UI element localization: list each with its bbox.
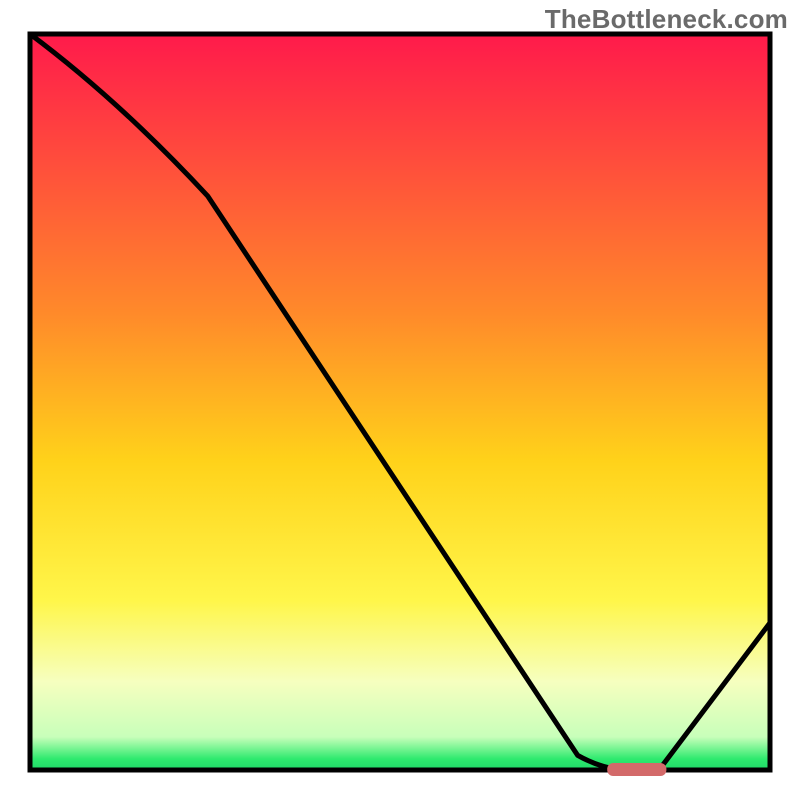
optimal-range-marker: [607, 763, 666, 776]
gradient-background: [30, 34, 770, 770]
watermark-text: TheBottleneck.com: [545, 4, 788, 35]
bottleneck-chart: [0, 0, 800, 800]
plot-area: [30, 34, 770, 776]
chart-container: TheBottleneck.com: [0, 0, 800, 800]
